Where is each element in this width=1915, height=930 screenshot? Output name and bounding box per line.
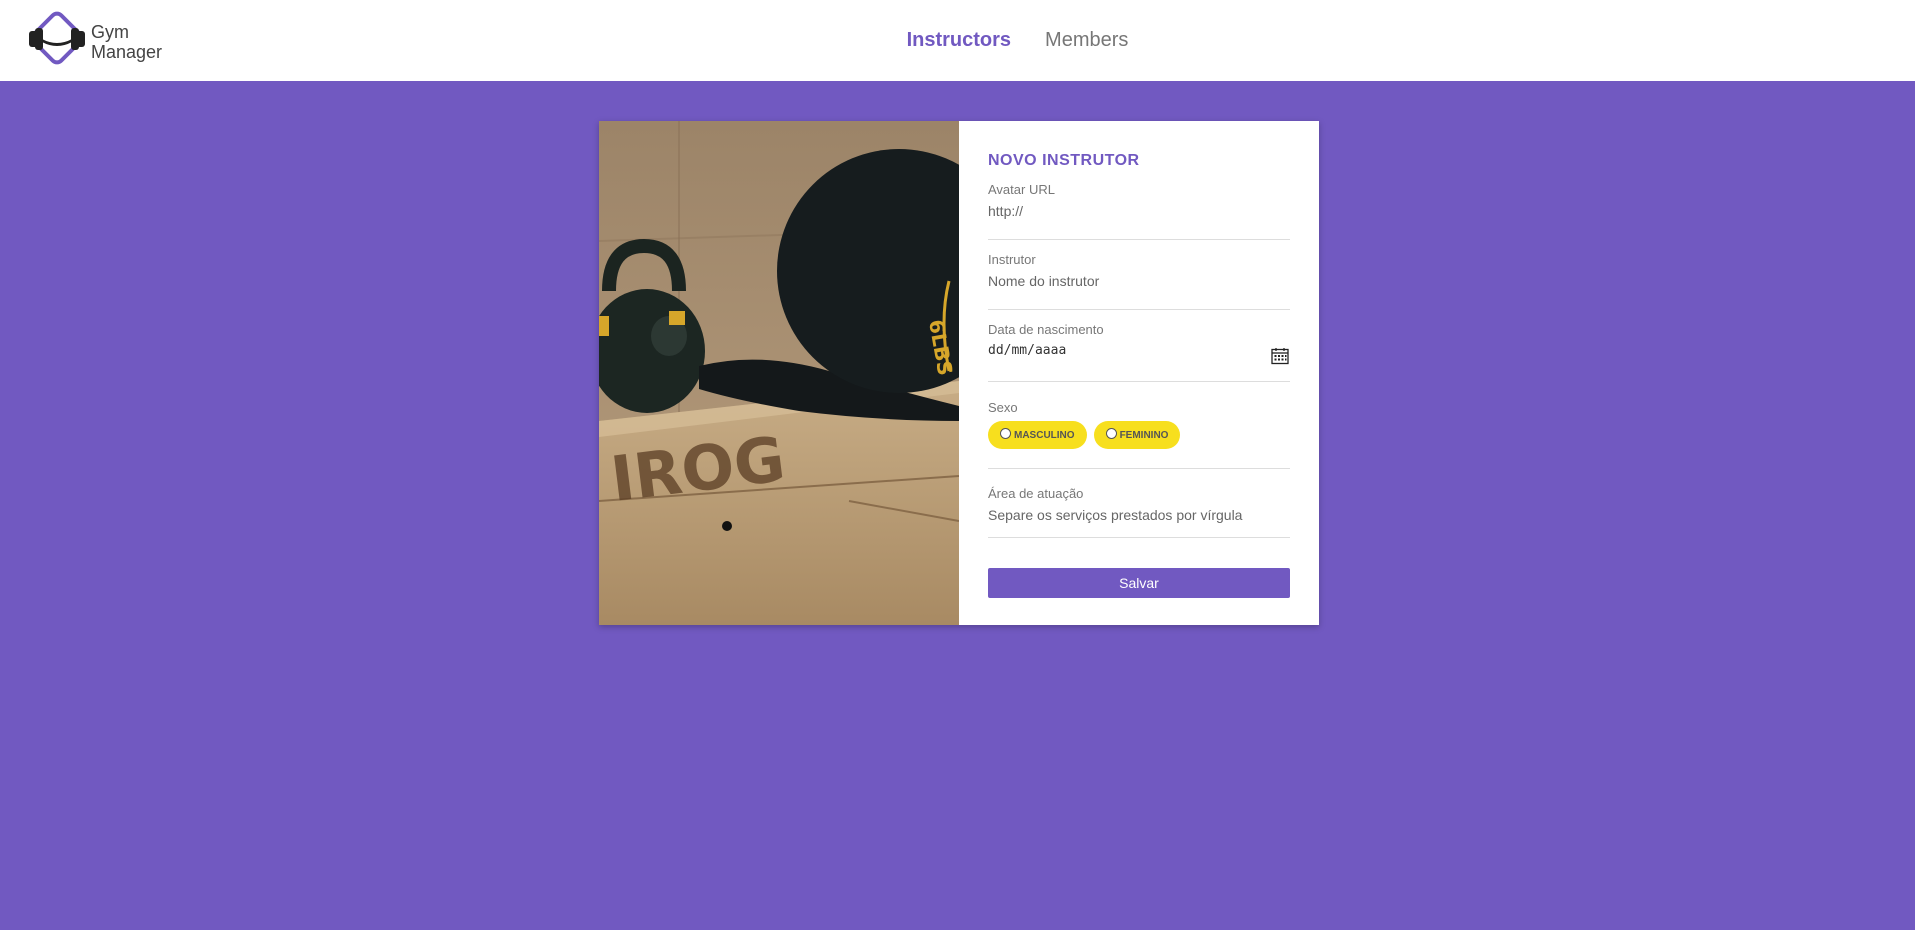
app-logo[interactable]: Gym Manager [26,7,162,69]
top-header: Gym Manager Instructors Members [0,0,1915,81]
new-instructor-form: NOVO INSTRUTOR Avatar URL http:// Instru… [959,121,1319,625]
radio-male[interactable] [1000,428,1011,439]
nav-instructors[interactable]: Instructors [907,29,1011,52]
birth-date-field[interactable]: Data de nascimento dd/mm/aaaa [988,310,1290,382]
instructor-name-field[interactable]: Instrutor Nome do instrutor [988,240,1290,310]
radio-female[interactable] [1105,428,1117,439]
calendar-icon[interactable] [1271,347,1289,365]
instructor-name-label: Instrutor [988,252,1036,267]
avatar-field[interactable]: Avatar URL http:// [988,182,1290,240]
gender-field: Sexo MASCULINO FEMININO [988,382,1290,469]
dumbbell-icon [29,11,85,65]
services-input[interactable]: Separe os serviços prestados por vírgula [988,507,1290,523]
save-button[interactable]: Salvar [988,568,1290,598]
services-field[interactable]: Área de atuação Separe os serviços prest… [988,469,1290,538]
logo-line-2: Manager [91,42,163,62]
birth-date-input[interactable]: dd/mm/aaaa [988,343,1290,358]
instructor-card: IROG 6LBS NOVO INSTRUTOR Avatar URL http… [599,121,1319,625]
services-label: Área de atuação [988,486,1084,501]
gender-option-male[interactable]: MASCULINO [988,421,1087,449]
logo-line-1: Gym [91,22,129,42]
main-nav: Instructors Members [907,29,1129,52]
gym-equipment-image: IROG 6LBS [599,121,959,625]
nav-members[interactable]: Members [1045,29,1128,52]
logo-text: Gym Manager [91,22,162,62]
instructor-name-input[interactable]: Nome do instrutor [988,273,1290,289]
gender-label: Sexo [988,400,1018,415]
avatar-input[interactable]: http:// [988,203,1290,219]
gender-options: MASCULINO FEMININO [988,421,1290,449]
birth-date-label: Data de nascimento [988,322,1104,337]
gender-option-male-label: MASCULINO [1014,429,1075,441]
gender-option-female-label: FEMININO [1119,429,1169,441]
gym-photo: IROG 6LBS [599,121,959,625]
avatar-label: Avatar URL [988,182,1055,197]
form-title: NOVO INSTRUTOR [988,152,1140,169]
gender-option-female[interactable]: FEMININO [1093,421,1181,449]
